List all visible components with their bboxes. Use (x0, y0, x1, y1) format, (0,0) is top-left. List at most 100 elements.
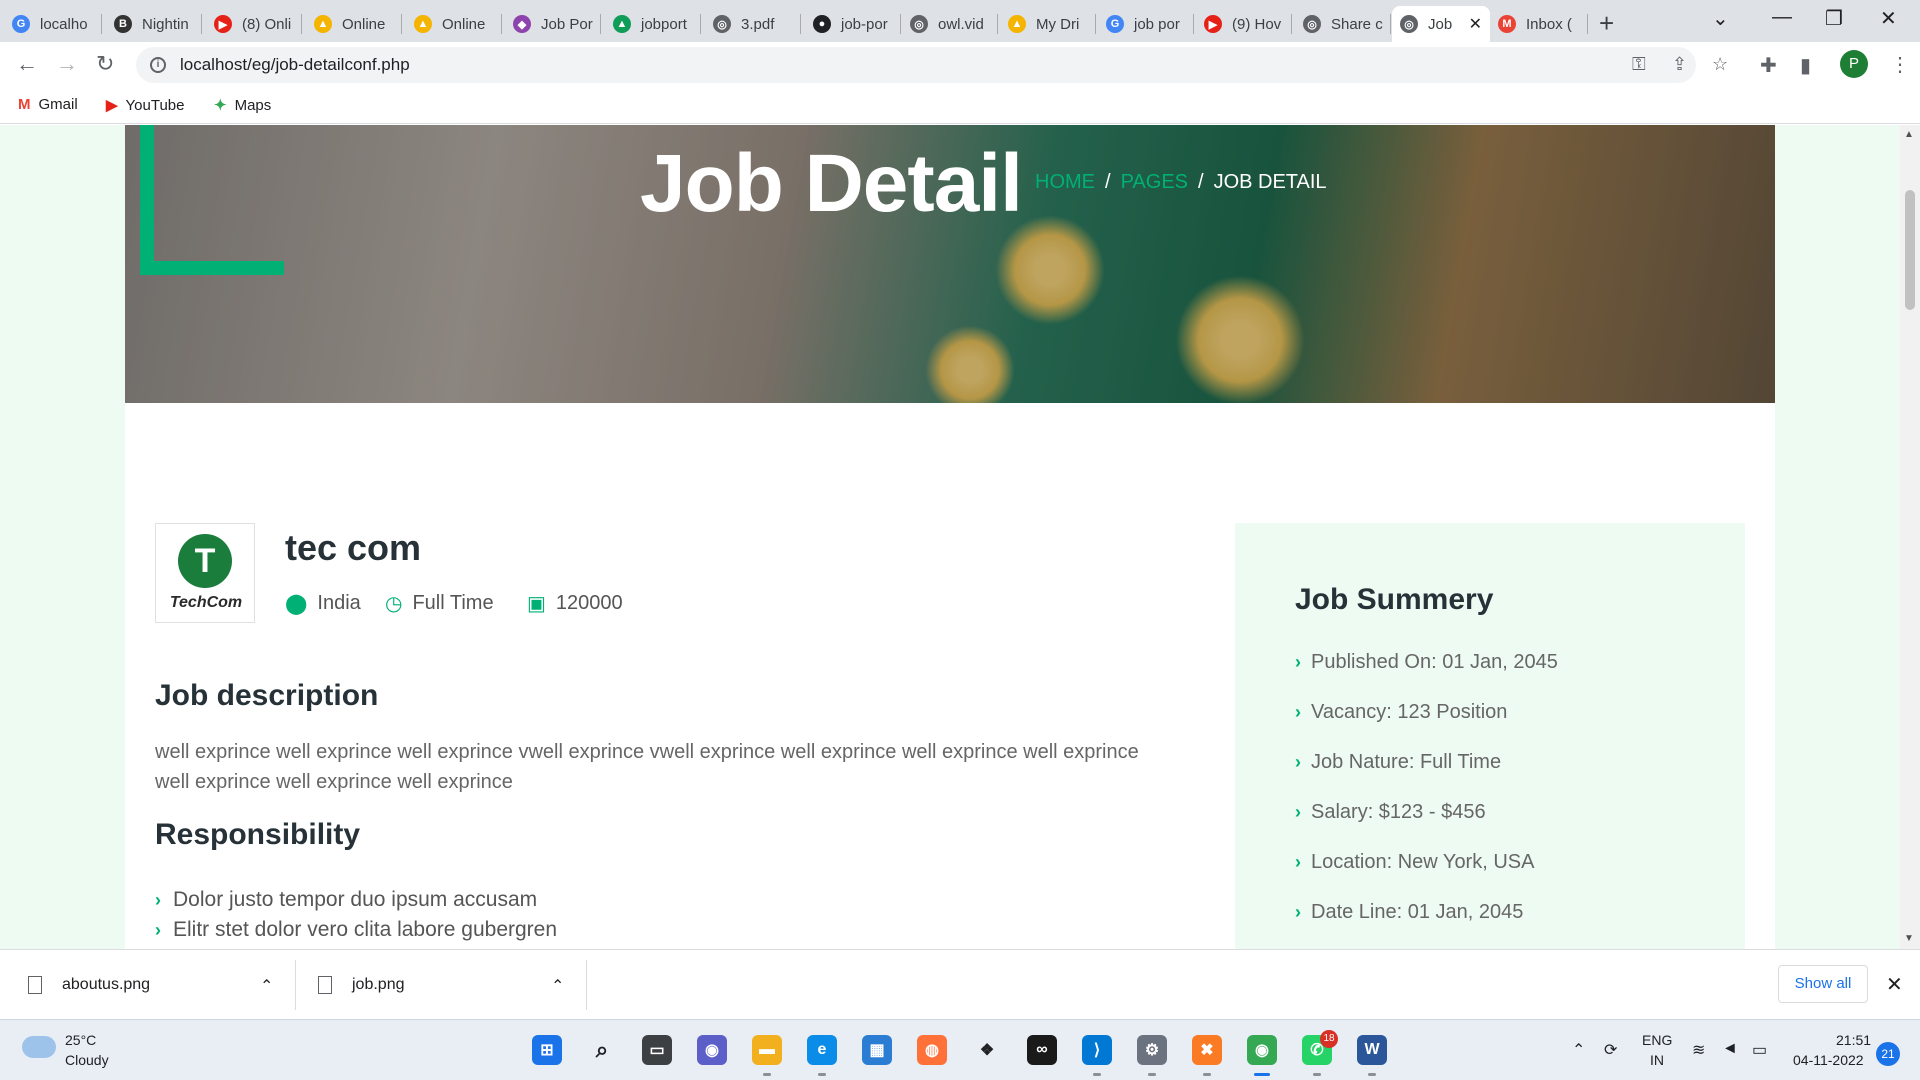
volume-icon[interactable]: ◄ (1722, 1040, 1738, 1058)
download-file-name[interactable]: job.png (352, 976, 405, 994)
xampp-icon[interactable]: ✖ (1192, 1035, 1222, 1065)
download-item[interactable]: job.png (318, 950, 405, 1020)
windows-start-icon[interactable]: ⊞ (532, 1035, 562, 1065)
tab-title[interactable]: owl.vid (938, 16, 984, 33)
breadcrumb-pages-link[interactable]: PAGES (1121, 171, 1188, 193)
bookmark-gmail[interactable]: M Gmail (18, 96, 78, 113)
scroll-down-arrow-icon[interactable]: ▼ (1904, 933, 1914, 944)
bookmark-maps[interactable]: ✦ Maps (214, 96, 272, 115)
chevron-up-icon[interactable]: ⌃ (551, 976, 564, 996)
scroll-up-arrow-icon[interactable]: ▲ (1904, 129, 1914, 140)
vscode-icon[interactable]: ⟩ (1082, 1035, 1112, 1065)
show-all-downloads-button[interactable]: Show all (1778, 965, 1868, 1003)
clock-time[interactable]: 21:51 (1836, 1032, 1871, 1048)
tab-title[interactable]: Online (442, 16, 485, 33)
download-item[interactable]: aboutus.png (28, 950, 150, 1020)
close-download-shelf-icon[interactable]: ✕ (1886, 972, 1903, 997)
edge-browser-icon[interactable]: e (807, 1035, 837, 1065)
tab-search-icon[interactable]: ⌄ (1712, 6, 1729, 31)
extensions-puzzle-icon[interactable]: ✚ (1760, 53, 1777, 78)
wifi-icon[interactable]: ≋ (1692, 1040, 1705, 1060)
bookmark-label[interactable]: Maps (235, 97, 272, 114)
profile-avatar[interactable]: P (1840, 50, 1868, 78)
bookmark-youtube[interactable]: ▶ YouTube (106, 96, 185, 115)
browser-tab[interactable]: ▶ (8) Onli (206, 6, 302, 42)
forward-icon[interactable]: → (56, 51, 78, 77)
address-bar[interactable]: i localhost/eg/job-detailconf.php (136, 47, 1696, 83)
tab-title[interactable]: Online (342, 16, 385, 33)
side-panel-icon[interactable]: ▮ (1800, 53, 1811, 78)
input-language[interactable]: ENG (1642, 1032, 1672, 1048)
clock-date[interactable]: 04-11-2022 (1793, 1052, 1864, 1068)
bookmark-label[interactable]: YouTube (126, 97, 185, 114)
site-info-icon[interactable]: i (150, 57, 166, 73)
browser-tab[interactable]: ▲ Online (406, 6, 502, 42)
tab-title[interactable]: localho (40, 16, 88, 33)
chevron-up-icon[interactable]: ⌃ (260, 976, 273, 996)
browser-tab[interactable]: ▲ Online (306, 6, 402, 42)
bookmark-star-icon[interactable]: ☆ (1712, 54, 1728, 75)
tab-title[interactable]: Inbox ( (1526, 16, 1572, 33)
password-key-icon[interactable]: ⚿ (1632, 54, 1646, 75)
cloud-weather-icon[interactable] (22, 1036, 56, 1058)
chevron-up-tray-icon[interactable]: ⌃ (1572, 1040, 1585, 1060)
weather-description[interactable]: Cloudy (65, 1052, 109, 1068)
close-tab-icon[interactable]: ✕ (1461, 14, 1482, 34)
input-region[interactable]: IN (1650, 1052, 1664, 1068)
browser-tab[interactable]: Gjob por (1098, 6, 1194, 42)
browser-tab[interactable]: ◆ Job Por (505, 6, 601, 42)
chrome-icon[interactable]: ◉ (1247, 1035, 1277, 1065)
browser-tab[interactable]: ◎ owl.vid (902, 6, 998, 42)
more-menu-icon[interactable]: ⋮ (1890, 52, 1910, 77)
share-icon[interactable]: ⇪ (1672, 54, 1687, 75)
tab-title[interactable]: My Dri (1036, 16, 1079, 33)
page-scrollbar[interactable]: ▲ ▼ (1900, 125, 1920, 949)
tab-title[interactable]: (8) Onli (242, 16, 291, 33)
download-file-name[interactable]: aboutus.png (62, 976, 150, 994)
sync-icon[interactable]: ⟳ (1604, 1040, 1617, 1060)
minimize-button[interactable]: — (1772, 6, 1792, 29)
word-icon[interactable]: W (1357, 1035, 1387, 1065)
settings-gear-icon[interactable]: ⚙ (1137, 1035, 1167, 1065)
tab-title[interactable]: job-por (841, 16, 888, 33)
file-explorer-icon[interactable]: ▬ (752, 1035, 782, 1065)
browser-tab[interactable]: ◎ Share c (1295, 6, 1391, 42)
browser-tab-active[interactable]: ◎ Job ✕ (1392, 6, 1490, 42)
firefox-icon[interactable]: ◍ (917, 1035, 947, 1065)
creative-cloud-icon[interactable]: ∞ (1027, 1035, 1057, 1065)
microsoft-store-icon[interactable]: ▦ (862, 1035, 892, 1065)
tab-title[interactable]: Job (1428, 16, 1452, 33)
browser-tab[interactable]: M Inbox ( (1490, 6, 1588, 42)
browser-tab[interactable]: B Nightin (106, 6, 202, 42)
browser-tab[interactable]: Glocalho (4, 6, 102, 42)
battery-icon[interactable]: ▭ (1752, 1040, 1767, 1060)
browser-tab[interactable]: ▲ jobport (605, 6, 701, 42)
browser-tab[interactable]: ▶ (9) Hov (1196, 6, 1292, 42)
restore-button[interactable]: ❐ (1825, 6, 1843, 31)
browser-tab[interactable]: ▲ My Dri (1000, 6, 1096, 42)
close-window-button[interactable]: ✕ (1880, 6, 1897, 31)
browser-tab[interactable]: ◎ 3.pdf (705, 6, 801, 42)
tab-title[interactable]: Job Por (541, 16, 593, 33)
scrollbar-thumb[interactable] (1905, 190, 1915, 310)
reload-icon[interactable]: ↻ (96, 51, 114, 77)
url-text[interactable]: localhost/eg/job-detailconf.php (180, 55, 410, 75)
running-indicator (1203, 1073, 1211, 1076)
back-icon[interactable]: ← (16, 51, 38, 77)
weather-temperature[interactable]: 25°C (65, 1032, 96, 1048)
tab-title[interactable]: 3.pdf (741, 16, 774, 33)
notification-count-badge[interactable]: 21 (1876, 1042, 1900, 1066)
tab-title[interactable]: (9) Hov (1232, 16, 1281, 33)
task-view-icon[interactable]: ▭ (642, 1035, 672, 1065)
breadcrumb-home-link[interactable]: HOME (1035, 171, 1095, 193)
tab-title[interactable]: job por (1134, 16, 1180, 33)
browser-tab[interactable]: ● job-por (805, 6, 901, 42)
bookmark-label[interactable]: Gmail (39, 96, 78, 113)
tab-title[interactable]: jobport (641, 16, 687, 33)
tab-title[interactable]: Nightin (142, 16, 189, 33)
teams-chat-icon[interactable]: ◉ (697, 1035, 727, 1065)
dropbox-icon[interactable]: ❖ (972, 1035, 1002, 1065)
new-tab-button[interactable]: + (1599, 8, 1614, 39)
search-icon[interactable]: ⌕ (587, 1035, 617, 1065)
tab-title[interactable]: Share c (1331, 16, 1383, 33)
